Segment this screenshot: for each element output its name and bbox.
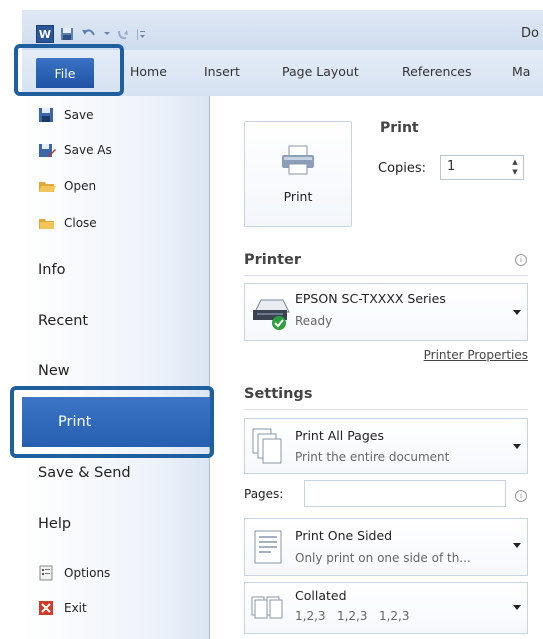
sides-title: Print One Sided	[295, 528, 393, 543]
nav-close[interactable]: Close	[38, 212, 97, 234]
tab-page-layout[interactable]: Page Layout	[282, 64, 359, 79]
pages-icon	[251, 427, 285, 469]
nav-options-label: Options	[64, 566, 111, 580]
quick-access-toolbar: W	[36, 24, 146, 44]
options-icon	[38, 565, 56, 581]
exit-icon	[38, 600, 56, 616]
sides-subtitle: Only print on one side of th...	[295, 551, 471, 565]
collate-title: Collated	[295, 588, 347, 603]
printer-select[interactable]: EPSON SC-TXXXX Series Ready	[244, 283, 528, 341]
settings-heading: Settings	[244, 386, 313, 402]
copies-spinner[interactable]: ▲ ▼	[509, 157, 521, 178]
chevron-down-icon	[513, 444, 521, 449]
pages-label: Pages:	[244, 487, 284, 501]
save-as-icon	[38, 142, 56, 158]
nav-close-label: Close	[64, 216, 97, 230]
print-heading: Print	[380, 120, 419, 136]
tab-mailings[interactable]: Ma	[512, 64, 530, 79]
customize-icon[interactable]	[136, 26, 146, 42]
collated-icon	[251, 593, 291, 627]
nav-save-as-label: Save As	[64, 143, 112, 157]
copies-label: Copies:	[378, 161, 427, 176]
nav-save-as[interactable]: Save As	[38, 139, 112, 161]
nav-open-label: Open	[64, 179, 97, 193]
redo-icon[interactable]	[116, 26, 130, 42]
word-window: W Do File Home Insert Page Layout Refere…	[0, 0, 543, 639]
chevron-down-icon[interactable]	[104, 26, 110, 42]
nav-options[interactable]: Options	[38, 562, 110, 584]
print-button[interactable]: Print	[244, 121, 352, 227]
info-icon[interactable]: i	[515, 254, 527, 266]
printer-name: EPSON SC-TXXXX Series	[295, 291, 446, 306]
chevron-down-icon	[513, 543, 521, 548]
chevron-down-icon	[513, 605, 521, 610]
pages-input[interactable]	[304, 480, 506, 507]
nav-save[interactable]: Save	[38, 104, 93, 126]
document-title: Do	[521, 26, 539, 41]
collate-select[interactable]: Collated 1,2,3 1,2,3 1,2,3	[244, 582, 528, 634]
folder-close-icon	[38, 215, 56, 231]
info-icon[interactable]: i	[515, 490, 527, 502]
print-range-select[interactable]: Print All Pages Print the entire documen…	[244, 418, 528, 474]
copies-input[interactable]: 1 ▲ ▼	[440, 155, 524, 180]
divider	[244, 409, 528, 410]
nav-recent[interactable]: Recent	[38, 313, 88, 329]
undo-icon[interactable]	[80, 26, 98, 42]
printer-heading: Printer	[244, 252, 301, 268]
nav-save-label: Save	[64, 108, 94, 122]
collate-subtitle: 1,2,3 1,2,3 1,2,3	[295, 609, 410, 623]
print-range-subtitle: Print the entire document	[295, 450, 450, 464]
print-panel: Print Print Copies: 1 ▲ ▼ Printer i EPSON…	[210, 96, 543, 639]
nav-save-send[interactable]: Save & Send	[38, 465, 131, 481]
folder-open-icon	[38, 178, 56, 194]
nav-help[interactable]: Help	[38, 516, 71, 532]
word-logo-icon[interactable]: W	[36, 25, 54, 43]
backstage-navigation: Save Save As Open Close Info Recent New …	[22, 96, 223, 639]
chevron-down-icon	[513, 310, 521, 315]
tab-home[interactable]: Home	[130, 64, 167, 79]
printer-properties-link[interactable]: Printer Properties	[424, 348, 528, 362]
print-range-title: Print All Pages	[295, 428, 384, 443]
one-sided-icon	[251, 529, 285, 569]
save-icon[interactable]	[60, 26, 74, 42]
nav-exit[interactable]: Exit	[38, 597, 87, 619]
printer-ready-icon	[251, 296, 291, 336]
printer-status: Ready	[295, 314, 333, 328]
nav-new[interactable]: New	[38, 363, 70, 379]
nav-open[interactable]: Open	[38, 175, 96, 197]
save-icon	[38, 107, 56, 123]
printer-icon	[280, 145, 316, 179]
copies-value: 1	[447, 159, 456, 174]
nav-exit-label: Exit	[64, 601, 87, 615]
print-nav-highlight	[10, 386, 214, 458]
tab-references[interactable]: References	[402, 64, 471, 79]
file-tab-highlight	[14, 44, 124, 96]
nav-info[interactable]: Info	[38, 262, 65, 278]
tab-insert[interactable]: Insert	[204, 64, 240, 79]
print-button-label: Print	[283, 188, 313, 204]
divider	[244, 275, 528, 276]
sides-select[interactable]: Print One Sided Only print on one side o…	[244, 518, 528, 576]
